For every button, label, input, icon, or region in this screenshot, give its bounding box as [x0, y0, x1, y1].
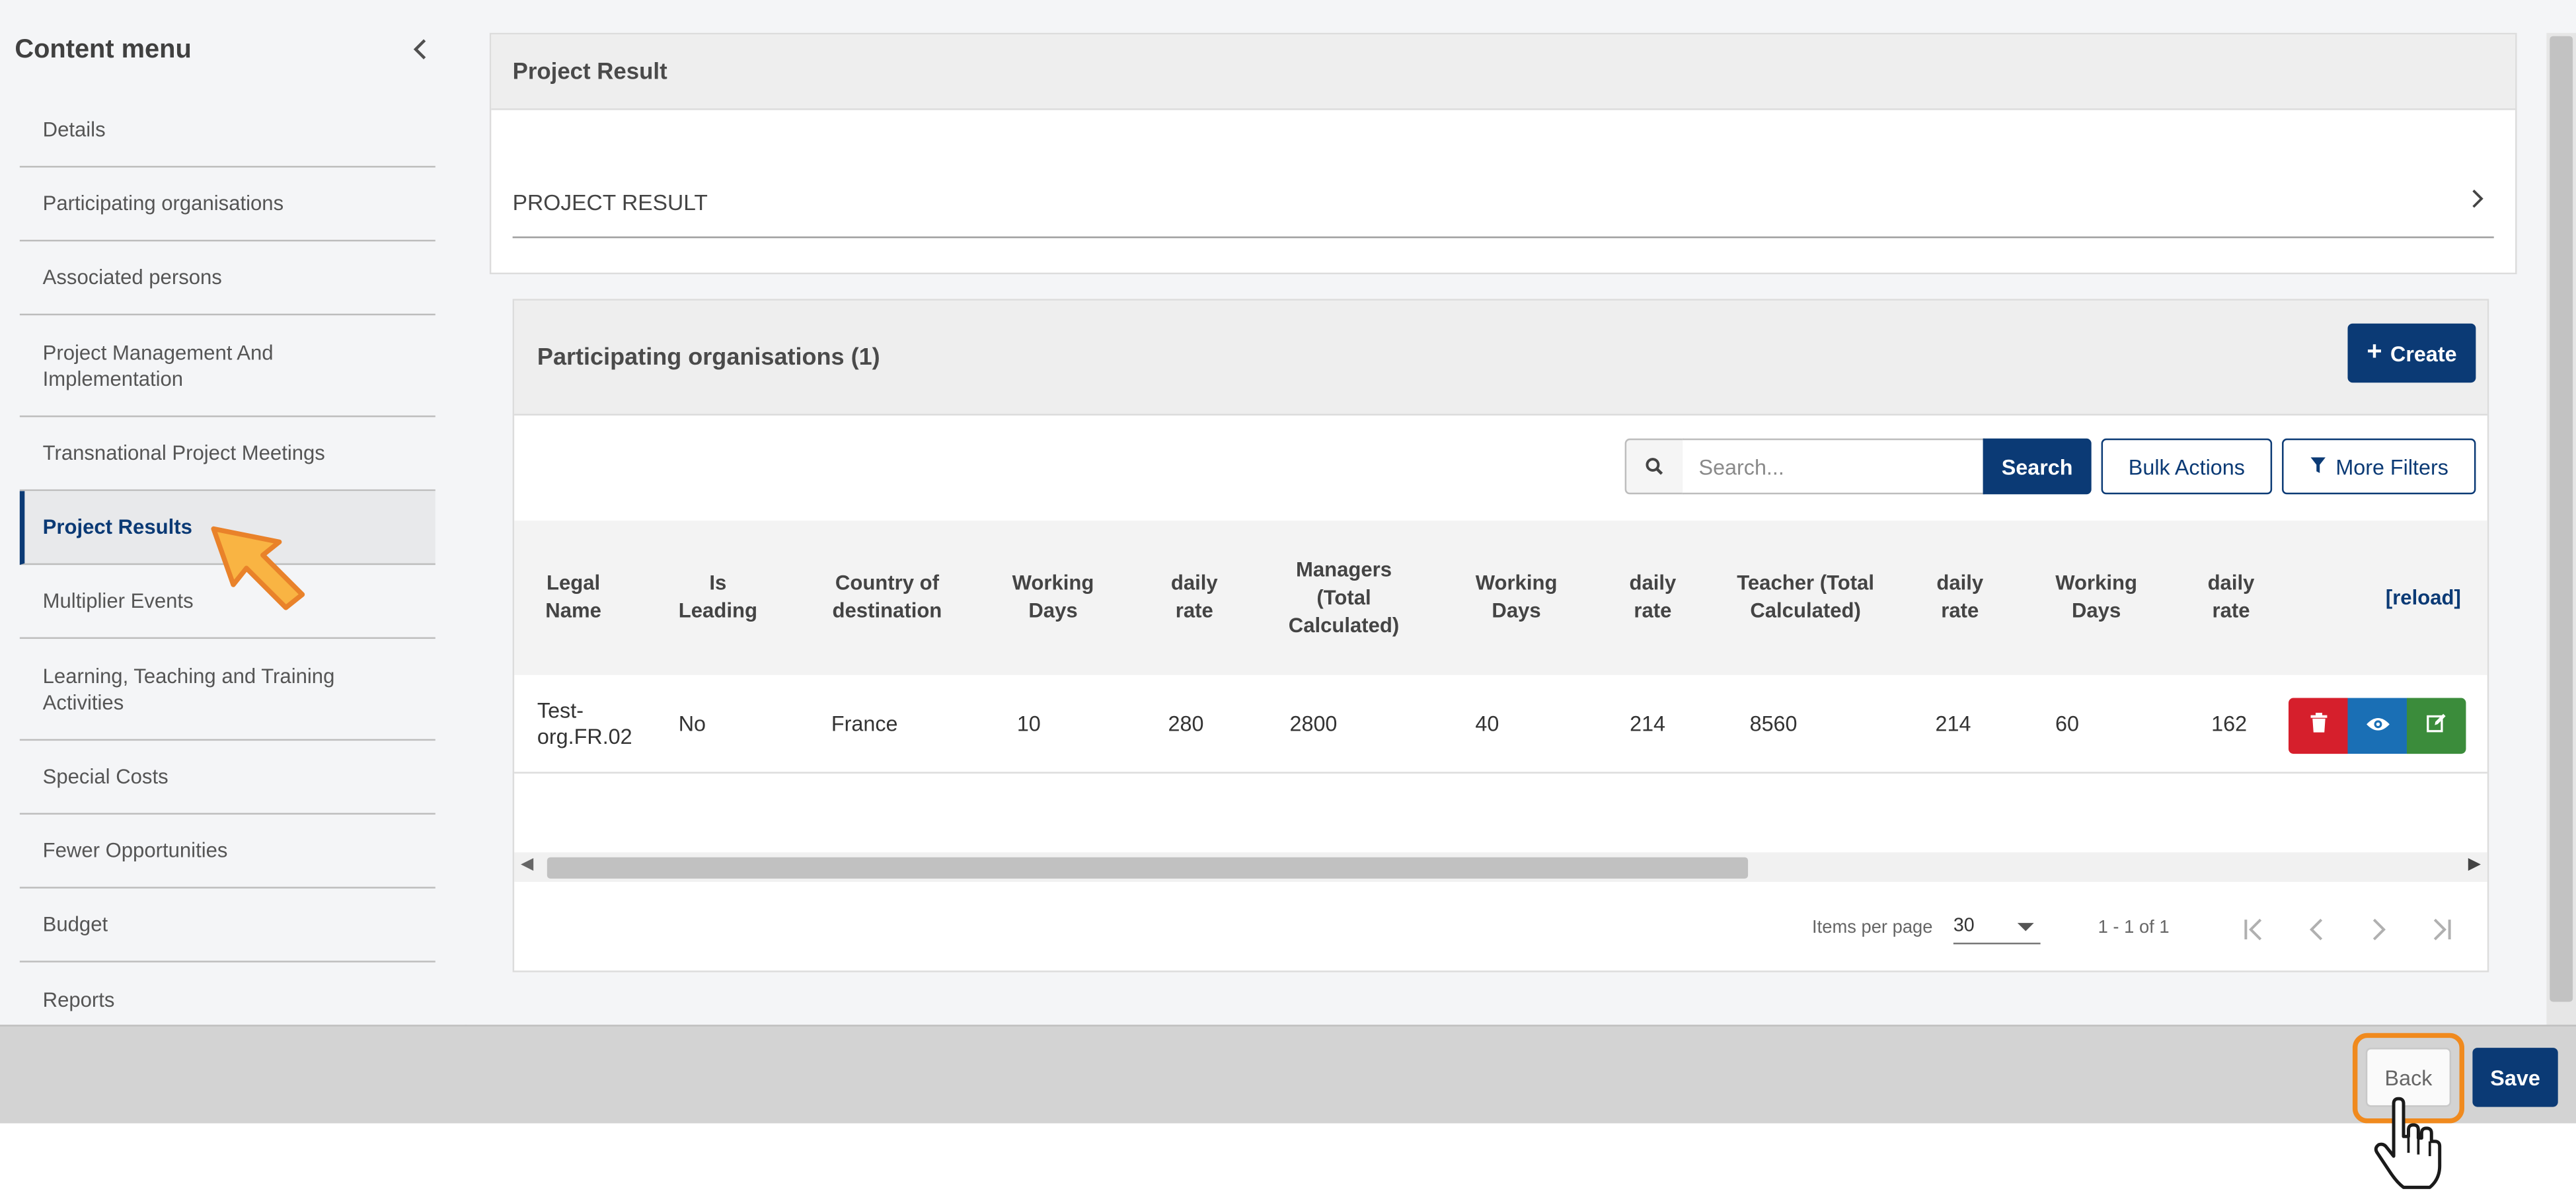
- column-header[interactable]: Country of destination: [817, 521, 958, 675]
- project-result-accordion[interactable]: PROJECT RESULT: [512, 190, 2494, 238]
- column-header[interactable]: daily rate: [1152, 521, 1237, 675]
- content-menu-sidebar: Content menu Details Participating organ…: [0, 0, 467, 1025]
- sidebar-item-label: Fewer Opportunities: [42, 839, 228, 863]
- sidebar-item-label: Special Costs: [42, 765, 169, 789]
- reload-link[interactable]: [reload]: [2370, 521, 2476, 675]
- cell-daily-rate: 162: [2211, 710, 2248, 735]
- column-header[interactable]: Working Days: [2042, 521, 2150, 675]
- horizontal-scrollbar[interactable]: ◀ ▶: [514, 852, 2487, 882]
- cell-country: France: [831, 710, 898, 735]
- column-header[interactable]: Teacher (Total Calculated): [1737, 521, 1875, 675]
- scroll-left-icon[interactable]: ◀: [521, 855, 533, 873]
- eye-icon: [2365, 711, 2390, 741]
- first-page-icon[interactable]: [2232, 908, 2275, 951]
- view-button[interactable]: [2347, 698, 2407, 754]
- participating-organisations-card: Participating organisations (1) + Create…: [512, 299, 2489, 972]
- sidebar-item-transnational-meetings[interactable]: Transnational Project Meetings: [19, 417, 436, 491]
- filter-icon: [2310, 454, 2326, 478]
- chevron-right-icon: [2468, 186, 2487, 220]
- more-filters-label: More Filters: [2335, 454, 2448, 479]
- project-result-header: Project Result: [491, 34, 2516, 110]
- footer-bar: [0, 1025, 2576, 1124]
- pagination-range: 1 - 1 of 1: [2098, 918, 2170, 938]
- edit-icon: [2427, 711, 2446, 741]
- cell-daily-rate: 214: [1935, 710, 1971, 735]
- vertical-scrollbar-thumb[interactable]: [2550, 36, 2573, 1002]
- more-filters-button[interactable]: More Filters: [2282, 438, 2476, 495]
- delete-button[interactable]: [2288, 698, 2348, 754]
- hand-cursor-icon: [2374, 1097, 2442, 1189]
- sidebar-item-label: Details: [42, 118, 106, 141]
- cell-working-days: 60: [2055, 710, 2079, 735]
- cell-teacher-total: 8560: [1749, 710, 1798, 735]
- create-button[interactable]: + Create: [2347, 323, 2476, 383]
- chevron-left-icon[interactable]: [408, 36, 434, 63]
- search-button[interactable]: Search: [1983, 438, 2092, 495]
- search-input[interactable]: [1682, 438, 1985, 495]
- sidebar-item-label: Reports: [42, 988, 115, 1011]
- items-per-page-value: 30: [1953, 916, 1975, 937]
- sidebar-item-learning-activities[interactable]: Learning, Teaching and Training Activiti…: [19, 639, 436, 741]
- search-icon: [1624, 438, 1685, 495]
- column-header[interactable]: daily rate: [1612, 521, 1694, 675]
- sidebar-item-label: Project Results: [42, 515, 192, 539]
- sidebar-item-label: Learning, Teaching and Training Activiti…: [42, 664, 335, 714]
- cell-working-days: 10: [1016, 710, 1041, 735]
- accordion-label: PROJECT RESULT: [512, 190, 708, 215]
- next-page-icon[interactable]: [2357, 908, 2400, 951]
- sidebar-item-associated-persons[interactable]: Associated persons: [19, 241, 436, 316]
- sidebar-item-participating-organisations[interactable]: Participating organisations: [19, 168, 436, 242]
- content-menu-title: Content menu: [15, 36, 192, 64]
- column-header[interactable]: Is Leading: [669, 521, 767, 675]
- arrow-pointer-icon: [211, 526, 305, 610]
- cell-legal-name: Test-org.FR.02: [537, 697, 632, 748]
- sidebar-item-details[interactable]: Details: [19, 94, 436, 168]
- cell-working-days: 40: [1475, 710, 1499, 735]
- table-header: Legal Name Is Leading Country of destina…: [514, 521, 2487, 675]
- sidebar-item-label: Participating organisations: [42, 192, 284, 215]
- sidebar-item-label: Budget: [42, 913, 108, 937]
- horizontal-scrollbar-thumb[interactable]: [547, 857, 1749, 879]
- table-row: Test-org.FR.02 No France 10 280 2800 40 …: [514, 675, 2487, 774]
- column-header[interactable]: Legal Name: [527, 521, 619, 675]
- cell-is-leading: No: [678, 710, 706, 735]
- sidebar-item-reports[interactable]: Reports: [20, 963, 436, 1025]
- participating-organisations-header: Participating organisations (1) + Create: [514, 300, 2487, 416]
- plus-icon: +: [2367, 338, 2382, 367]
- items-per-page-select[interactable]: 30: [1953, 912, 2041, 945]
- page-root: Content menu Details Participating organ…: [0, 0, 2576, 1192]
- cell-daily-rate: 280: [1168, 710, 1204, 735]
- project-result-card: Project Result PROJECT RESULT: [489, 32, 2517, 275]
- sidebar-item-fewer-opportunities[interactable]: Fewer Opportunities: [19, 815, 436, 889]
- bulk-actions-button[interactable]: Bulk Actions: [2101, 438, 2273, 495]
- trash-icon: [2309, 711, 2327, 741]
- edit-button[interactable]: [2406, 698, 2466, 754]
- create-button-label: Create: [2390, 340, 2457, 366]
- caret-down-icon: [2017, 923, 2034, 931]
- column-header[interactable]: daily rate: [2190, 521, 2272, 675]
- column-header[interactable]: Working Days: [1004, 521, 1102, 675]
- project-result-title: Project Result: [512, 57, 667, 84]
- column-header[interactable]: Working Days: [1464, 521, 1569, 675]
- previous-page-icon[interactable]: [2295, 908, 2338, 951]
- cell-managers-total: 2800: [1289, 710, 1338, 735]
- sidebar-item-label: Associated persons: [42, 266, 222, 289]
- save-button[interactable]: Save: [2472, 1048, 2558, 1107]
- scroll-right-icon[interactable]: ▶: [2468, 855, 2481, 873]
- column-header[interactable]: Managers (Total Calculated): [1273, 521, 1415, 675]
- sidebar-item-special-costs[interactable]: Special Costs: [19, 741, 436, 815]
- items-per-page-label: Items per page: [1812, 918, 1933, 938]
- last-page-icon[interactable]: [2420, 908, 2463, 951]
- participating-organisations-title: Participating organisations (1): [537, 345, 880, 371]
- column-header[interactable]: daily rate: [1920, 521, 1999, 675]
- sidebar-item-project-management[interactable]: Project Management And Implementation: [19, 315, 436, 418]
- sidebar-item-label: Transnational Project Meetings: [42, 441, 325, 465]
- cell-daily-rate: 214: [1630, 710, 1666, 735]
- sidebar-item-label: Project Management And Implementation: [42, 340, 274, 390]
- sidebar-item-label: Multiplier Events: [42, 589, 194, 613]
- sidebar-item-budget[interactable]: Budget: [19, 889, 436, 963]
